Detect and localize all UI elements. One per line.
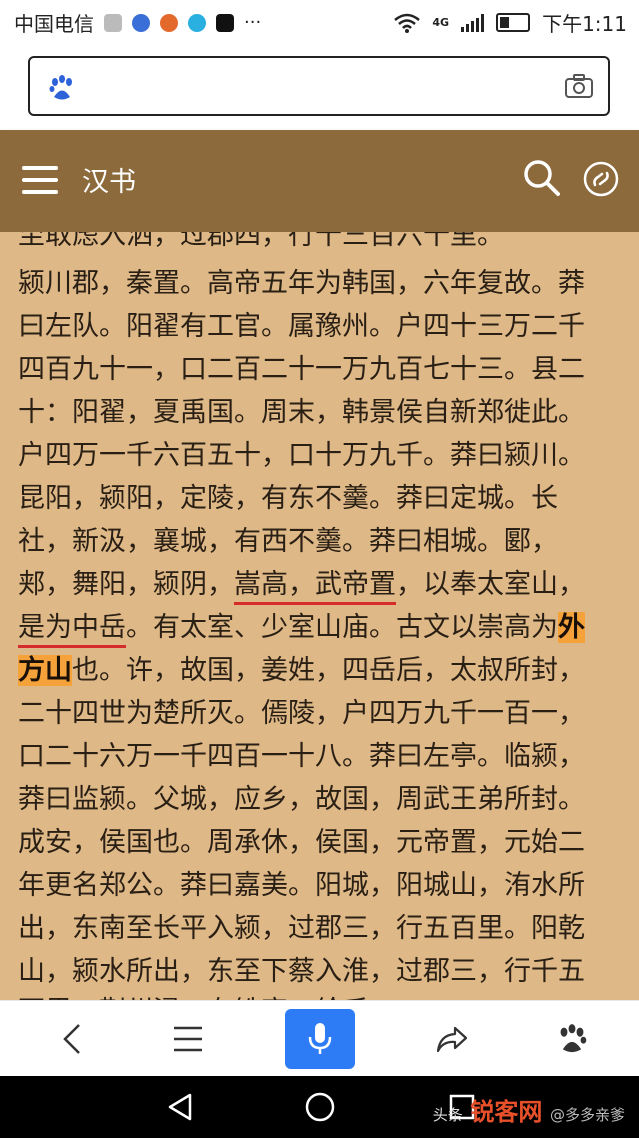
search-box[interactable] <box>28 56 610 116</box>
text-line: 出，东南至长平入颍，过郡三，行五百里。阳乾 <box>18 913 585 944</box>
wifi-icon <box>394 13 421 33</box>
watermark-prefix: 头条 <box>432 1106 463 1124</box>
menu-button[interactable] <box>156 1001 220 1077</box>
underlined-text: 嵩高，武帝置 <box>234 569 396 605</box>
reader-header: 汉书 <box>0 130 639 232</box>
watermark: 头条 锐客网 @多多亲爹 <box>433 1092 625 1127</box>
battery-icon <box>496 13 531 32</box>
highlighted-text: 外 <box>558 612 585 643</box>
text-line: 山，颍水所出，东至下蔡入淮，过郡三，行千五 <box>18 956 585 987</box>
network-type-label: 4G <box>432 16 450 29</box>
share-button[interactable] <box>420 1001 484 1077</box>
text-line: 郏，舞阳，颍阴，嵩高，武帝置，以奉太室山， <box>18 563 585 607</box>
link-share-icon[interactable] <box>582 160 620 198</box>
text-segment: ，以奉太室山， <box>396 569 585 600</box>
text-line: 莽曰监颍。父城，应乡，故国，周武王弟所封。 <box>18 784 585 815</box>
microphone-icon <box>308 1023 332 1054</box>
text-line: 曰左队。阳翟有工官。属豫州。户四十三万二千 <box>18 311 585 342</box>
nav-back-button[interactable] <box>152 1076 208 1138</box>
share-arrow-icon <box>436 1026 468 1053</box>
text-line: 十：阳翟，夏禹国。周末，韩景侯自新郑徙此。 <box>18 397 585 428</box>
browser-notification-icon <box>160 13 178 32</box>
triangle-back-icon <box>168 1093 192 1121</box>
status-bar: 中国电信 ··· 4G 下午1:11 <box>0 0 639 44</box>
text-line: 方山也。许，故国，姜姓，四岳后，太叔所封， <box>18 649 585 693</box>
back-button[interactable] <box>40 1001 104 1077</box>
camera-icon[interactable] <box>564 72 594 100</box>
text-line: 户四万一千六百五十，口十万九千。莽曰颍川。 <box>18 440 585 471</box>
page-title: 汉书 <box>82 167 136 198</box>
chevron-left-icon <box>63 1024 80 1054</box>
baidu-paw-icon[interactable] <box>48 74 76 102</box>
text-line: 口二十六万一千四百一十八。莽曰左亭。临颍， <box>18 741 585 772</box>
nav-home-button[interactable] <box>292 1076 348 1138</box>
baidu-notification-icon <box>132 13 150 32</box>
search-icon[interactable] <box>522 158 562 198</box>
watermark-sub: @多多亲爹 <box>549 1106 625 1124</box>
text-line: 成安，侯国也。周承休，侯国，元帝置，元始二 <box>18 827 585 858</box>
baidu-home-button[interactable] <box>540 1001 604 1077</box>
search-input[interactable] <box>90 64 554 110</box>
more-notifications-icon: ··· <box>244 12 262 33</box>
menu-icon[interactable] <box>22 166 58 194</box>
text-segment: 郏，舞阳，颍阴， <box>18 569 234 600</box>
text-line: 社，新汲，襄城，有西不羹。莽曰相城。郾， <box>18 526 558 557</box>
circle-home-icon <box>305 1092 335 1122</box>
text-line: 至取虑入泗，过郡四，行十三百六十里。 <box>18 232 504 251</box>
signal-icon <box>461 13 485 32</box>
watermark-brand: 锐客网 <box>470 1098 543 1126</box>
underlined-text: 是为中岳 <box>18 612 126 648</box>
list-icon <box>174 1026 202 1052</box>
system-nav-bar: 头条 锐客网 @多多亲爹 <box>0 1076 639 1138</box>
app-notification-icon <box>104 13 122 32</box>
text-line: 年更名郑公。莽曰嘉美。阳城，阳城山，洧水所 <box>18 870 585 901</box>
carrier-label: 中国电信 <box>14 12 94 36</box>
text-line: 昆阳，颍阳，定陵，有东不羹。莽曰定城。长 <box>18 483 558 514</box>
voice-search-button[interactable] <box>285 1009 355 1069</box>
bottom-toolbar <box>0 1000 639 1077</box>
book-content: 至取虑入泗，过郡四，行十三百六十里。 颍川郡，秦置。高帝五年为韩国，六年复故。莽… <box>0 232 639 1000</box>
circle-notification-icon <box>188 13 206 32</box>
text-line: 四百九十一，口二百二十一万九百七十三。县二 <box>18 354 585 385</box>
search-bar-area <box>0 44 639 130</box>
baidu-paw-icon <box>560 1024 587 1053</box>
text-line: 是为中岳。有太室、少室山庙。古文以崇高为外 <box>18 606 585 650</box>
highlighted-text: 方山 <box>18 655 72 686</box>
text-line: 二十四世为楚所灭。傿陵，户四万九千一百一， <box>18 698 585 729</box>
clock-label: 下午1:11 <box>542 12 627 36</box>
text-segment: 也。许，故国，姜姓，四岳后，太叔所封， <box>72 655 585 686</box>
tiktok-notification-icon <box>216 13 234 32</box>
text-segment: 。有太室、少室山庙。古文以崇高为 <box>126 612 558 643</box>
text-line: 百里。荆州浸。有铁官。纶氏， <box>18 990 396 1000</box>
text-line: 颍川郡，秦置。高帝五年为韩国，六年复故。莽 <box>18 268 585 299</box>
